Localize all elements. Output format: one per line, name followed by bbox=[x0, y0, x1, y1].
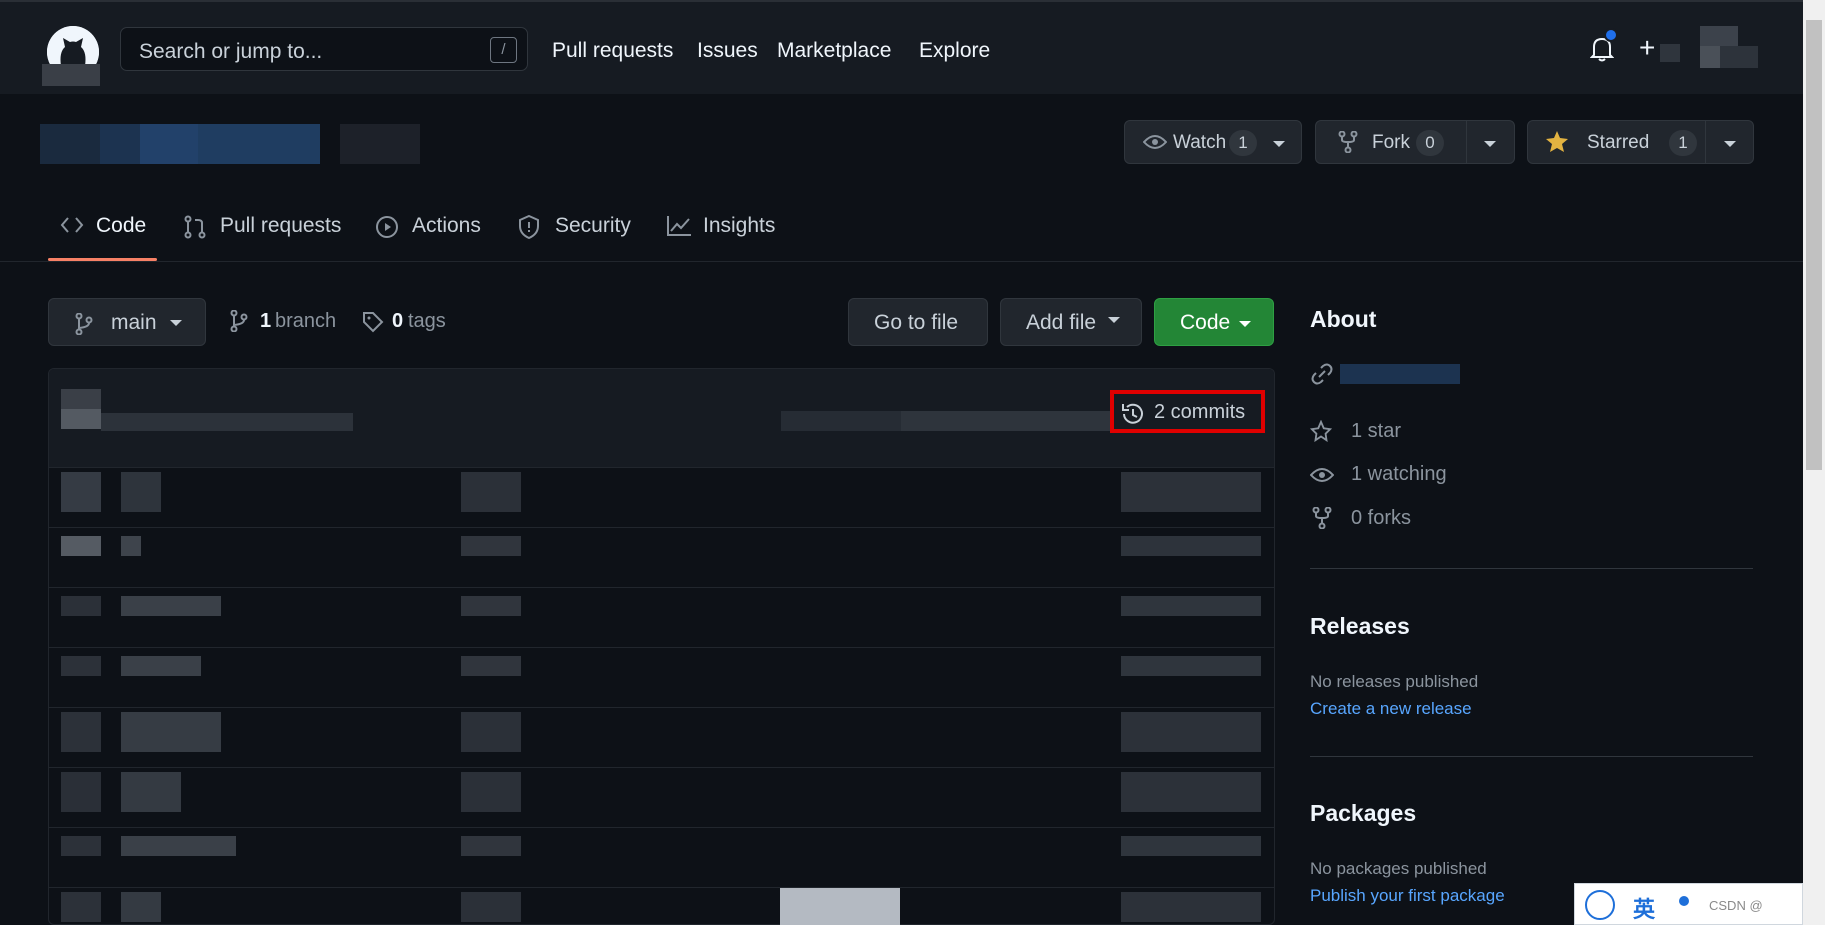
nav-marketplace[interactable]: Marketplace bbox=[777, 39, 891, 63]
branch-selector[interactable]: main bbox=[48, 298, 206, 346]
starred-label: Starred bbox=[1587, 132, 1650, 153]
watching-count[interactable]: 1 watching bbox=[1351, 463, 1447, 486]
pixelated-overlay bbox=[780, 888, 900, 925]
website-link-pixelated[interactable] bbox=[1340, 364, 1460, 384]
fork-label: Fork bbox=[1372, 132, 1410, 153]
about-title: About bbox=[1310, 306, 1377, 332]
user-avatar[interactable] bbox=[1700, 26, 1758, 68]
branch-icon bbox=[75, 313, 93, 335]
ime-mode-indicator[interactable]: 英 bbox=[1633, 892, 1655, 924]
nav-issues[interactable]: Issues bbox=[697, 39, 758, 63]
file-row[interactable] bbox=[49, 467, 1274, 527]
play-circle-icon bbox=[376, 216, 398, 238]
packages-empty-text: No packages published bbox=[1310, 859, 1487, 878]
graph-icon bbox=[667, 216, 691, 236]
watch-button-group[interactable]: Watch 1 bbox=[1124, 120, 1302, 164]
chevron-down-icon bbox=[1239, 321, 1251, 327]
publish-package-link[interactable]: Publish your first package bbox=[1310, 886, 1505, 906]
eye-icon bbox=[1309, 466, 1335, 489]
create-new-plus-icon[interactable]: + bbox=[1639, 34, 1655, 62]
create-release-link[interactable]: Create a new release bbox=[1310, 699, 1472, 719]
nav-explore[interactable]: Explore bbox=[919, 39, 990, 63]
repo-tabs: Code Pull requests Actions Security Insi… bbox=[0, 194, 1803, 262]
notification-dot bbox=[1604, 28, 1618, 42]
search-placeholder: Search or jump to... bbox=[139, 40, 323, 63]
scrollbar-thumb[interactable] bbox=[1806, 20, 1822, 470]
fork-icon bbox=[1338, 130, 1358, 158]
account-pixelated-area bbox=[42, 64, 100, 86]
fork-icon bbox=[1312, 506, 1332, 534]
tag-word: tags bbox=[408, 310, 446, 332]
chevron-down-icon bbox=[170, 320, 182, 326]
link-icon[interactable] bbox=[1310, 363, 1334, 390]
releases-title[interactable]: Releases bbox=[1310, 613, 1410, 640]
watch-label: Watch bbox=[1173, 132, 1227, 153]
star-icon bbox=[1309, 419, 1333, 447]
commits-link[interactable]: 2 commits bbox=[1110, 390, 1265, 433]
chevron-down-icon bbox=[1108, 317, 1120, 323]
commits-label: 2 commits bbox=[1154, 401, 1246, 423]
tag-count: 0 bbox=[392, 310, 404, 332]
branch-icon bbox=[230, 310, 248, 332]
sidebar-divider bbox=[1310, 756, 1753, 757]
global-header: Search or jump to... / Pull requests Iss… bbox=[0, 0, 1825, 94]
file-list-panel bbox=[48, 368, 1275, 925]
code-icon bbox=[60, 217, 84, 233]
go-to-file-button[interactable]: Go to file bbox=[848, 298, 988, 346]
pull-request-icon bbox=[184, 215, 206, 239]
fork-divider bbox=[1466, 121, 1467, 163]
chevron-down-icon[interactable] bbox=[1724, 141, 1736, 147]
file-row[interactable] bbox=[49, 527, 1274, 587]
active-tab-underline bbox=[48, 258, 157, 261]
eye-icon bbox=[1142, 133, 1168, 156]
latest-commit-bar bbox=[49, 369, 1274, 467]
file-row[interactable] bbox=[49, 647, 1274, 707]
ime-toolbar: 英 CSDN @ bbox=[1574, 883, 1803, 925]
search-input[interactable]: Search or jump to... / bbox=[120, 27, 528, 71]
nav-pull-requests[interactable]: Pull requests bbox=[552, 39, 673, 63]
create-menu-caret-pixelated bbox=[1660, 44, 1680, 62]
branch-word: branch bbox=[275, 310, 337, 332]
fork-count: 0 bbox=[1416, 130, 1444, 156]
punctuation-icon[interactable] bbox=[1679, 896, 1689, 906]
starred-divider bbox=[1705, 121, 1706, 163]
sidebar-divider bbox=[1310, 568, 1753, 569]
ifly-logo-icon[interactable] bbox=[1585, 890, 1615, 920]
forks-count[interactable]: 0 forks bbox=[1351, 507, 1411, 530]
branch-name: main bbox=[111, 311, 157, 334]
file-row[interactable] bbox=[49, 707, 1274, 767]
starred-button-group[interactable]: Starred 1 bbox=[1527, 120, 1754, 164]
starred-count: 1 bbox=[1669, 130, 1697, 156]
add-file-button[interactable]: Add file bbox=[1000, 298, 1142, 346]
watermark-text: CSDN @ bbox=[1709, 898, 1763, 913]
file-row[interactable] bbox=[49, 887, 1274, 924]
tag-icon bbox=[363, 312, 384, 333]
releases-empty-text: No releases published bbox=[1310, 672, 1479, 691]
file-row[interactable] bbox=[49, 587, 1274, 647]
chevron-down-icon[interactable] bbox=[1484, 141, 1496, 147]
page-scrollbar[interactable] bbox=[1803, 0, 1825, 925]
branch-count: 1 bbox=[260, 310, 272, 332]
shield-icon bbox=[519, 215, 539, 239]
chevron-down-icon[interactable] bbox=[1273, 141, 1285, 147]
stars-count[interactable]: 1 star bbox=[1351, 420, 1401, 443]
file-row[interactable] bbox=[49, 827, 1274, 887]
file-row[interactable] bbox=[49, 767, 1274, 827]
star-filled-icon bbox=[1545, 130, 1569, 159]
code-dropdown-button[interactable]: Code bbox=[1154, 298, 1274, 346]
watch-count: 1 bbox=[1229, 130, 1257, 156]
packages-title[interactable]: Packages bbox=[1310, 800, 1416, 827]
history-icon bbox=[1122, 403, 1143, 424]
search-shortcut-key: / bbox=[490, 37, 517, 63]
fork-button-group[interactable]: Fork 0 bbox=[1315, 120, 1515, 164]
